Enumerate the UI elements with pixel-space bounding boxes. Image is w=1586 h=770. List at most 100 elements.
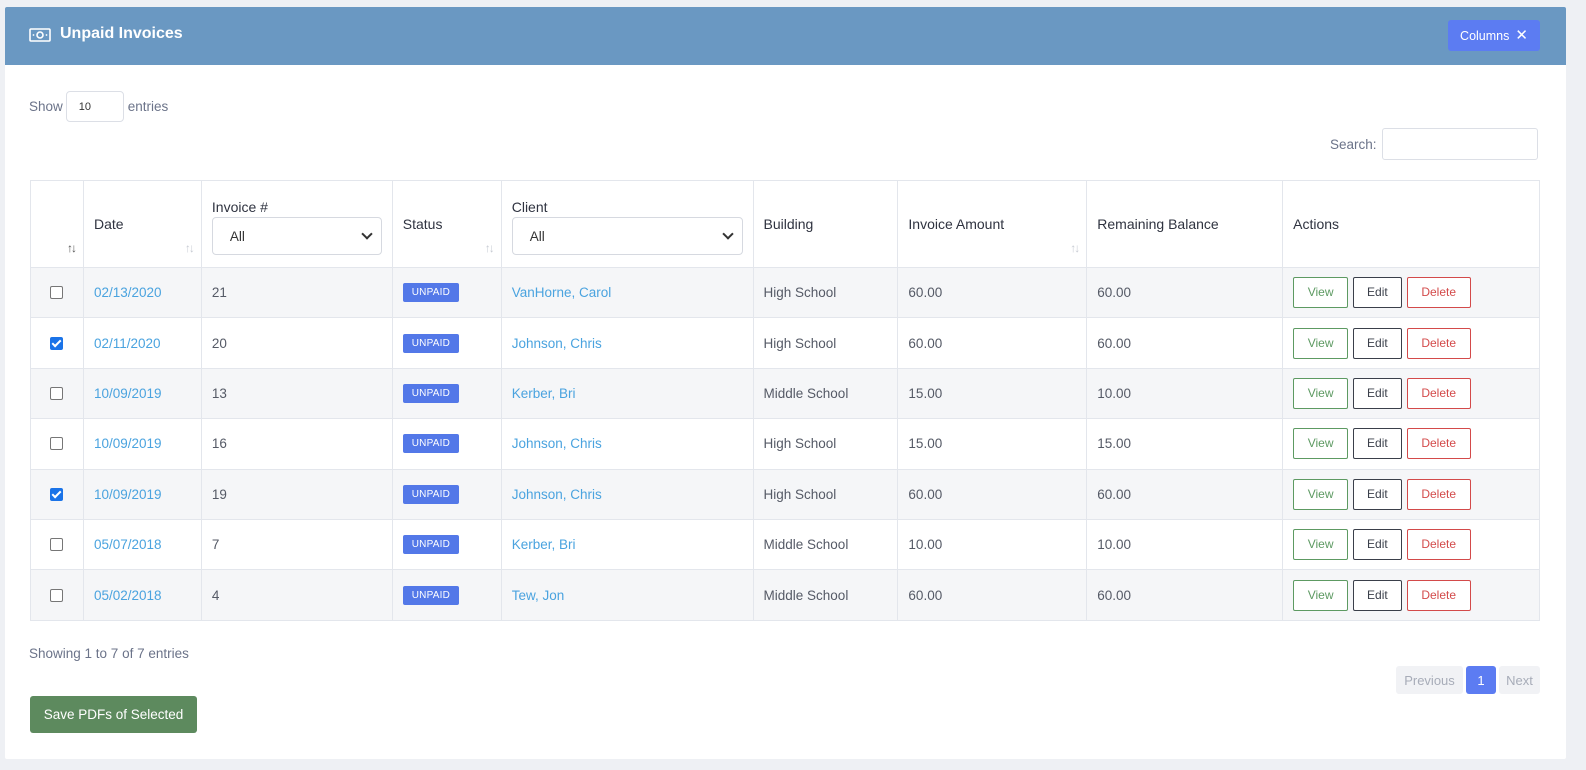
actions-cell: View Edit Delete [1282, 569, 1540, 621]
next-page-button[interactable]: Next [1499, 666, 1540, 694]
client-cell: Tew, Jon [500, 569, 754, 621]
row-checkbox[interactable] [50, 588, 64, 602]
close-icon: ✕ [1515, 27, 1528, 44]
status-header-label: Status [402, 216, 443, 232]
building-cell: High School [752, 418, 899, 470]
previous-page-button[interactable]: Previous [1396, 666, 1463, 694]
table-row: 02/11/2020 20 UNPAID Johnson, Chris High Sch… [30, 317, 1540, 369]
amount-cell: 60.00 [897, 317, 1088, 369]
client-filter-select[interactable]: All [511, 217, 743, 255]
client-cell: Kerber, Bri [500, 518, 754, 571]
row-checkbox[interactable] [50, 386, 64, 400]
columns-button[interactable]: Columns ✕ [1448, 20, 1540, 51]
row-checkbox[interactable] [50, 487, 64, 501]
row-checkbox[interactable] [50, 538, 64, 552]
edit-button[interactable]: Edit [1352, 529, 1402, 561]
pagination: Previous 1 Next [1396, 666, 1540, 694]
invoice-filter-select[interactable]: All [211, 217, 382, 255]
building-column-header: Building [752, 180, 899, 268]
client-header-label: Client [511, 199, 548, 215]
select-cell [30, 266, 84, 319]
delete-button[interactable]: Delete [1406, 428, 1471, 460]
search-input[interactable] [1381, 128, 1538, 160]
select-cell [30, 468, 84, 520]
actions-cell: View Edit Delete [1282, 418, 1540, 470]
building-cell: High School [752, 266, 899, 319]
date-link[interactable]: 02/11/2020 [94, 336, 161, 351]
date-link[interactable]: 05/02/2018 [94, 588, 162, 603]
client-link[interactable]: VanHorne, Carol [512, 285, 612, 300]
edit-button[interactable]: Edit [1352, 377, 1402, 409]
date-cell: 10/09/2019 [82, 367, 202, 420]
building-cell: Middle School [752, 569, 899, 621]
edit-button[interactable]: Edit [1352, 277, 1402, 309]
edit-button[interactable]: Edit [1352, 478, 1402, 510]
delete-button[interactable]: Delete [1406, 478, 1471, 510]
amount-cell: 10.00 [897, 518, 1088, 571]
save-pdfs-button[interactable]: Save PDFs of Selected [30, 696, 197, 733]
entries-select[interactable]: 10 [65, 91, 124, 122]
row-checkbox[interactable] [50, 286, 64, 300]
table-row: 10/09/2019 19 UNPAID Johnson, Chris High Sch… [30, 468, 1540, 520]
select-all-header[interactable]: ↑↓ [30, 180, 84, 268]
date-link[interactable]: 10/09/2019 [94, 487, 162, 502]
view-button[interactable]: View [1293, 327, 1349, 359]
view-button[interactable]: View [1293, 478, 1349, 510]
delete-button[interactable]: Delete [1406, 327, 1471, 359]
building-cell: Middle School [752, 518, 899, 571]
view-button[interactable]: View [1293, 579, 1349, 611]
invoice-column-header: Invoice # All [200, 180, 393, 268]
status-badge: UNPAID [402, 535, 460, 555]
actions-cell: View Edit Delete [1282, 518, 1540, 571]
delete-button[interactable]: Delete [1406, 377, 1471, 409]
select-cell [30, 518, 84, 571]
chevron-down-icon [721, 228, 734, 240]
view-button[interactable]: View [1293, 277, 1349, 309]
date-link[interactable]: 10/09/2019 [94, 436, 162, 451]
amount-cell: 60.00 [897, 266, 1088, 319]
card-header: Unpaid Invoices Columns ✕ [5, 7, 1566, 65]
date-link[interactable]: 02/13/2020 [94, 285, 162, 300]
client-link[interactable]: Johnson, Chris [512, 336, 602, 351]
status-cell: UNPAID [391, 569, 502, 621]
table-row: 05/07/2018 7 UNPAID Kerber, Bri Middle Schoo… [30, 518, 1540, 571]
date-link[interactable]: 05/07/2018 [94, 537, 162, 552]
actions-cell: View Edit Delete [1282, 367, 1540, 420]
row-checkbox[interactable] [50, 437, 64, 451]
date-column-header[interactable]: Date ↑↓ [82, 180, 202, 268]
client-link[interactable]: Kerber, Bri [512, 537, 576, 552]
table-row: 05/02/2018 4 UNPAID Tew, Jon Middle School 60… [30, 569, 1540, 621]
search-control: Search: [1330, 128, 1538, 160]
view-button[interactable]: View [1293, 428, 1349, 460]
client-link[interactable]: Johnson, Chris [512, 487, 602, 502]
status-badge: UNPAID [402, 383, 460, 403]
invoice-cell: 20 [200, 317, 393, 369]
view-button[interactable]: View [1293, 377, 1349, 409]
building-header-label: Building [763, 216, 814, 232]
delete-button[interactable]: Delete [1406, 277, 1471, 309]
date-cell: 10/09/2019 [82, 468, 202, 520]
amount-cell: 60.00 [897, 569, 1088, 621]
date-link[interactable]: 10/09/2019 [94, 386, 162, 401]
view-button[interactable]: View [1293, 529, 1349, 561]
unpaid-invoices-card: Unpaid Invoices Columns ✕ Show 10 entrie… [5, 7, 1566, 759]
status-cell: UNPAID [391, 468, 502, 520]
page-1-button[interactable]: 1 [1466, 666, 1496, 694]
status-badge: UNPAID [402, 484, 460, 504]
status-cell: UNPAID [391, 367, 502, 420]
client-link[interactable]: Johnson, Chris [512, 436, 602, 451]
client-link[interactable]: Kerber, Bri [512, 386, 576, 401]
row-checkbox[interactable] [50, 336, 64, 350]
invoice-header-label: Invoice # [211, 199, 268, 215]
status-column-header[interactable]: Status ↑↓ [391, 180, 502, 268]
edit-button[interactable]: Edit [1352, 579, 1402, 611]
delete-button[interactable]: Delete [1406, 579, 1471, 611]
amount-column-header[interactable]: Invoice Amount ↑↓ [897, 180, 1088, 268]
invoice-cell: 7 [200, 518, 393, 571]
edit-button[interactable]: Edit [1352, 428, 1402, 460]
edit-button[interactable]: Edit [1352, 327, 1402, 359]
client-link[interactable]: Tew, Jon [512, 588, 565, 603]
status-badge: UNPAID [402, 434, 460, 454]
table-row: 02/13/2020 21 UNPAID VanHorne, Carol High Sc… [30, 266, 1540, 319]
delete-button[interactable]: Delete [1406, 529, 1471, 561]
